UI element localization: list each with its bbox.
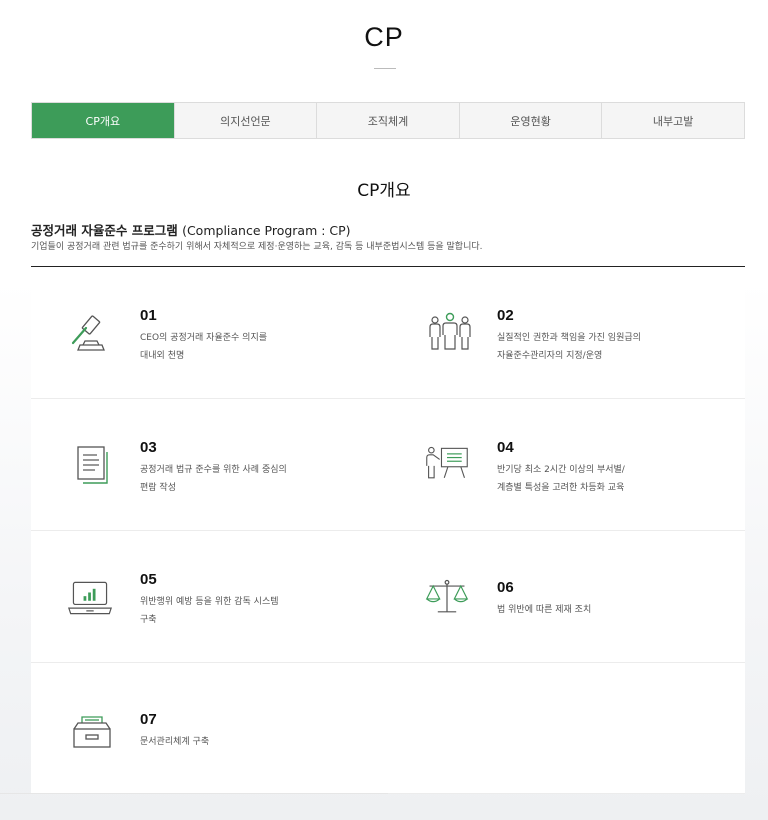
items-row: 05 위반행위 예방 등을 위한 감독 시스템 구축 06 법 위반에 따른 제… <box>31 531 745 663</box>
item-number: 04 <box>497 439 514 456</box>
tab-declaration[interactable]: 의지선언문 <box>173 103 317 138</box>
items-row: 01 CEO의 공정거래 자율준수 의지를 대내외 천명 02 실질적인 권한과… <box>31 267 745 399</box>
item-number: 02 <box>497 307 514 324</box>
item-text-line: 문서관리체계 구축 <box>140 737 210 747</box>
program-name-ko: 공정거래 자율준수 프로그램 <box>31 223 178 238</box>
tab-bar: CP개요 의지선언문 조직체계 운영현황 내부고발 <box>31 102 745 139</box>
people-group-icon <box>429 312 471 350</box>
scales-icon <box>425 579 469 613</box>
page-title: CP <box>364 22 404 52</box>
program-name: 공정거래 자율준수 프로그램 (Compliance Program : CP) <box>31 220 351 239</box>
item-text-line: 실질적인 권한과 책임을 가진 임원급의 <box>497 333 641 343</box>
program-description: 기업들이 공정거래 관련 법규를 준수하기 위해서 자체적으로 제정·운영하는 … <box>31 242 483 252</box>
item-text-line: 공정거래 법규 준수를 위한 사례 중심의 <box>140 465 287 475</box>
tab-operation-status[interactable]: 운영현황 <box>458 103 602 138</box>
items-row: 07 문서관리체계 구축 <box>31 663 745 794</box>
tab-whistleblowing[interactable]: 내부고발 <box>601 103 744 138</box>
tab-cp-overview[interactable]: CP개요 <box>32 103 174 138</box>
item-text-line: 계층별 특성을 고려한 차등화 교육 <box>497 483 625 493</box>
empty-cell <box>388 663 745 793</box>
item-text: 위반행위 예방 등을 위한 감독 시스템 구축 <box>140 593 370 629</box>
item-text-line: 구축 <box>140 615 157 625</box>
laptop-chart-icon <box>68 581 112 615</box>
title-divider <box>374 68 396 69</box>
items-row: 03 공정거래 법규 준수를 위한 사례 중심의 편람 작성 04 반기당 최소… <box>31 399 745 531</box>
item-number: 03 <box>140 439 157 456</box>
item-text-line: CEO의 공정거래 자율준수 의지를 <box>140 333 267 343</box>
item-text: 반기당 최소 2시간 이상의 부서별/ 계층별 특성을 고려한 차등화 교육 <box>497 461 727 497</box>
item-text-line: 대내외 천명 <box>140 351 185 361</box>
item-text: 법 위반에 따른 제재 조치 <box>497 601 727 619</box>
item-text: CEO의 공정거래 자율준수 의지를 대내외 천명 <box>140 329 370 365</box>
item-text-line: 반기당 최소 2시간 이상의 부서별/ <box>497 465 625 475</box>
item-number: 07 <box>140 711 157 728</box>
cp-items-grid: 01 CEO의 공정거래 자율준수 의지를 대내외 천명 02 실질적인 권한과… <box>31 267 745 794</box>
gavel-icon <box>71 315 105 351</box>
list-item: 07 문서관리체계 구축 <box>31 663 388 793</box>
presentation-icon <box>426 446 468 479</box>
item-number: 01 <box>140 307 157 324</box>
list-item: 04 반기당 최소 2시간 이상의 부서별/ 계층별 특성을 고려한 차등화 교… <box>388 399 745 530</box>
list-item: 06 법 위반에 따른 제재 조치 <box>388 531 745 662</box>
list-item: 05 위반행위 예방 등을 위한 감독 시스템 구축 <box>31 531 388 662</box>
bottom-divider <box>0 793 388 794</box>
list-item: 02 실질적인 권한과 책임을 가진 임원급의 자율준수관리자의 지정/운영 <box>388 267 745 398</box>
item-text: 실질적인 권한과 책임을 가진 임원급의 자율준수관리자의 지정/운영 <box>497 329 727 365</box>
item-text-line: 편람 작성 <box>140 483 176 493</box>
list-item: 03 공정거래 법규 준수를 위한 사례 중심의 편람 작성 <box>31 399 388 530</box>
item-text: 공정거래 법규 준수를 위한 사례 중심의 편람 작성 <box>140 461 370 497</box>
item-text-line: 법 위반에 따른 제재 조치 <box>497 605 592 615</box>
item-number: 06 <box>497 579 514 596</box>
item-text: 문서관리체계 구축 <box>140 733 370 751</box>
list-item: 01 CEO의 공정거래 자율준수 의지를 대내외 천명 <box>31 267 388 398</box>
item-text-line: 자율준수관리자의 지정/운영 <box>497 351 603 361</box>
program-name-en: (Compliance Program : CP) <box>182 223 351 238</box>
item-number: 05 <box>140 571 157 588</box>
document-icon <box>77 446 108 484</box>
tab-organization[interactable]: 조직체계 <box>316 103 459 138</box>
archive-box-icon <box>73 716 111 748</box>
section-title: CP개요 <box>357 181 411 201</box>
item-text-line: 위반행위 예방 등을 위한 감독 시스템 <box>140 597 279 607</box>
